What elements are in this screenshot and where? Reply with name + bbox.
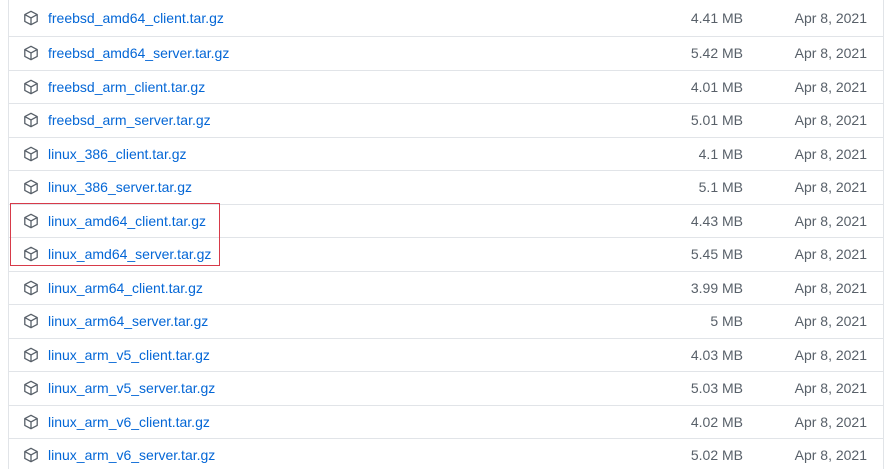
package-icon [23,179,39,195]
asset-size: 5.02 MB [690,447,743,463]
asset-download-link[interactable]: freebsd_amd64_client.tar.gz [48,10,224,27]
package-icon [23,347,39,363]
package-icon [23,146,39,162]
asset-date: Apr 8, 2021 [794,213,867,229]
package-icon [23,246,39,262]
asset-size: 4.01 MB [690,79,743,95]
asset-size: 3.99 MB [690,280,743,296]
package-icon [23,280,39,296]
asset-size: 5.45 MB [690,246,743,262]
asset-download-link[interactable]: linux_arm_v6_server.tar.gz [48,447,215,464]
package-icon [23,313,39,329]
package-icon [23,112,39,128]
asset-date: Apr 8, 2021 [794,45,867,61]
asset-download-link[interactable]: linux_arm_v5_client.tar.gz [48,347,210,364]
asset-size: 4.43 MB [690,213,743,229]
asset-date: Apr 8, 2021 [794,112,867,128]
asset-download-link[interactable]: freebsd_arm_client.tar.gz [48,79,205,96]
asset-download-link[interactable]: linux_arm64_client.tar.gz [48,280,203,297]
asset-download-link[interactable]: linux_arm_v5_server.tar.gz [48,380,215,397]
asset-row: freebsd_amd64_client.tar.gz 4.41 MB Apr … [9,2,883,35]
asset-size: 5 MB [710,313,743,329]
asset-date: Apr 8, 2021 [794,179,867,195]
asset-size: 4.03 MB [690,347,743,363]
asset-row: freebsd_amd64_server.tar.gz 5.42 MB Apr … [9,36,883,69]
package-icon [23,380,39,396]
asset-size: 4.1 MB [698,146,743,162]
asset-date: Apr 8, 2021 [794,246,867,262]
asset-size: 5.01 MB [690,112,743,128]
asset-size: 5.1 MB [698,179,743,195]
asset-size: 4.41 MB [690,10,743,26]
asset-download-link[interactable]: linux_arm_v6_client.tar.gz [48,414,210,431]
asset-size: 5.03 MB [690,380,743,396]
asset-date: Apr 8, 2021 [794,280,867,296]
asset-date: Apr 8, 2021 [794,313,867,329]
asset-row: linux_arm64_server.tar.gz 5 MB Apr 8, 20… [9,304,883,337]
asset-download-link[interactable]: freebsd_amd64_server.tar.gz [48,45,229,62]
asset-date: Apr 8, 2021 [794,79,867,95]
package-icon [23,79,39,95]
asset-download-link[interactable]: linux_amd64_server.tar.gz [48,246,211,263]
asset-row: linux_amd64_client.tar.gz 4.43 MB Apr 8,… [9,204,883,237]
asset-date: Apr 8, 2021 [794,347,867,363]
asset-row: freebsd_arm_client.tar.gz 4.01 MB Apr 8,… [9,70,883,103]
package-icon [23,414,39,430]
asset-date: Apr 8, 2021 [794,447,867,463]
asset-size: 4.02 MB [690,414,743,430]
asset-download-link[interactable]: freebsd_arm_server.tar.gz [48,112,211,129]
asset-row: linux_arm64_client.tar.gz 3.99 MB Apr 8,… [9,271,883,304]
package-icon [23,213,39,229]
asset-date: Apr 8, 2021 [794,380,867,396]
asset-row: linux_arm_v6_server.tar.gz 5.02 MB Apr 8… [9,438,883,469]
asset-download-link[interactable]: linux_386_server.tar.gz [48,179,192,196]
asset-row: linux_386_client.tar.gz 4.1 MB Apr 8, 20… [9,137,883,170]
asset-row: linux_amd64_server.tar.gz 5.45 MB Apr 8,… [9,237,883,270]
asset-row: linux_arm_v6_client.tar.gz 4.02 MB Apr 8… [9,405,883,438]
asset-date: Apr 8, 2021 [794,146,867,162]
asset-download-link[interactable]: linux_amd64_client.tar.gz [48,213,206,230]
package-icon [23,447,39,463]
package-icon [23,10,39,26]
asset-download-link[interactable]: linux_386_client.tar.gz [48,146,187,163]
asset-date: Apr 8, 2021 [794,414,867,430]
asset-size: 5.42 MB [690,45,743,61]
package-icon [23,45,39,61]
asset-row: linux_arm_v5_server.tar.gz 5.03 MB Apr 8… [9,371,883,404]
asset-row: linux_arm_v5_client.tar.gz 4.03 MB Apr 8… [9,338,883,371]
asset-row: freebsd_arm_server.tar.gz 5.01 MB Apr 8,… [9,103,883,136]
asset-row: linux_386_server.tar.gz 5.1 MB Apr 8, 20… [9,170,883,203]
release-assets-list: freebsd_amd64_client.tar.gz 4.41 MB Apr … [8,0,884,469]
asset-download-link[interactable]: linux_arm64_server.tar.gz [48,313,208,330]
asset-date: Apr 8, 2021 [794,10,867,26]
